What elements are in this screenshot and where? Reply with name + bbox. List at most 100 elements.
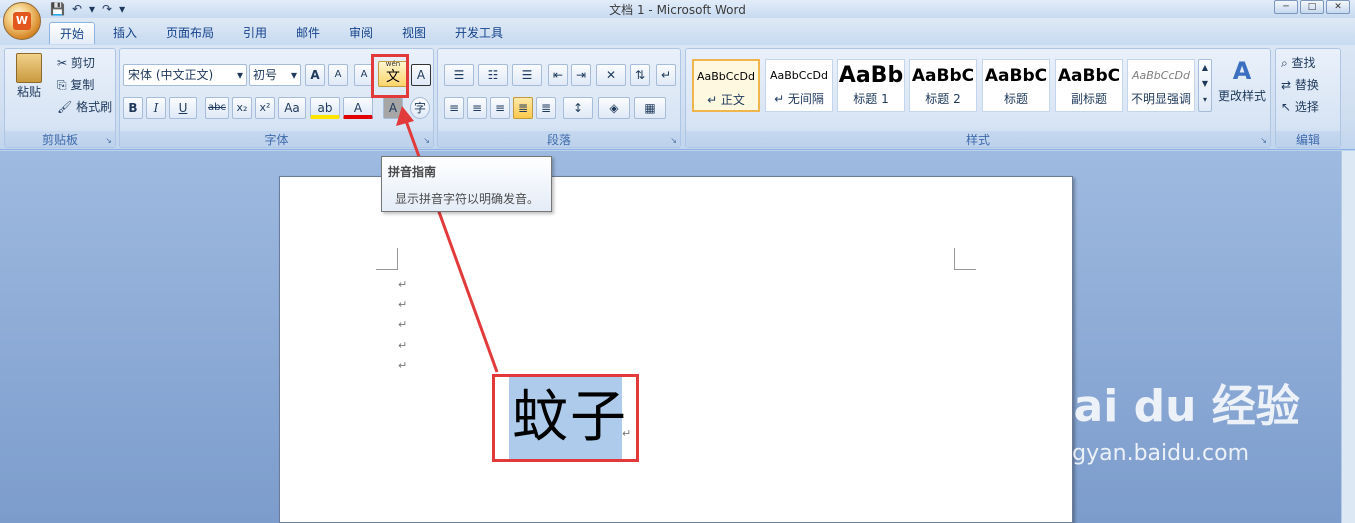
asian-layout-button[interactable]: ✕ [596,64,626,86]
char-shading-button[interactable]: A [383,97,403,119]
align-left-button[interactable]: ≡ [444,97,464,119]
align-right-button[interactable]: ≡ [490,97,510,119]
tab-references[interactable]: 引用 [243,22,267,44]
save-icon[interactable]: 💾 [50,2,65,16]
decrease-indent-icon: ⇤ [552,68,564,82]
paragraph-group-label: 段落 [438,131,680,147]
cut-label: 剪切 [70,56,95,70]
style-heading-1[interactable]: AaBb 标题 1 [837,59,905,112]
char-border-button[interactable]: A [411,64,431,86]
shrink-font-button[interactable]: A [328,64,348,86]
sort-icon: ⇅ [634,68,646,82]
find-button[interactable]: ⌕ 查找 [1281,54,1316,72]
bullets-icon: ☰ [453,68,465,82]
style-no-spacing[interactable]: AaBbCcDd ↵ 无间隔 [765,59,833,112]
text-highlight-box [492,374,639,462]
distribute-button[interactable]: ≣ [536,97,556,119]
subscript-button[interactable]: x₂ [232,97,252,119]
styles-group-label: 样式 [686,131,1270,147]
borders-button[interactable]: ▦ [634,97,666,119]
watermark: Bai du 经验 jingyan.baidu.com [1040,370,1300,468]
paragraph-mark: ↵ [398,359,408,372]
numbering-button[interactable]: ☷ [478,64,508,86]
style-sample: AaBbCcDd [697,70,755,83]
styles-launcher-icon[interactable]: ↘ [1260,136,1267,145]
justify-icon: ≣ [517,101,529,115]
grow-font-button[interactable]: A [305,64,325,86]
font-name-select[interactable]: 宋体 (中文正文) ▾ [123,64,247,86]
customize-qat-icon[interactable]: ▾ [119,2,125,16]
paragraph-mark: ↵ [398,298,408,311]
sort-button[interactable]: ⇅ [630,64,650,86]
style-sample: AaBbC [984,66,1048,86]
tab-page-layout[interactable]: 页面布局 [166,22,214,44]
tab-home[interactable]: 开始 [49,22,96,44]
enclose-char-button[interactable]: 字 [410,97,430,119]
clipboard-launcher-icon[interactable]: ↘ [105,136,112,145]
copy-button[interactable]: ⎘ 复制 [57,76,94,94]
tab-mailings[interactable]: 邮件 [296,22,320,44]
multilevel-list-button[interactable]: ☰ [512,64,542,86]
italic-button[interactable]: I [146,97,166,119]
copy-icon: ⎘ [57,78,71,92]
select-button[interactable]: ↖ 选择 [1281,98,1319,116]
office-button[interactable]: W [3,2,41,40]
show-marks-button[interactable]: ↵ [656,64,676,86]
redo-icon[interactable]: ↷ [102,2,112,16]
shading-button[interactable]: ◈ [598,97,630,119]
replace-button[interactable]: ⇄ 替换 [1281,76,1319,94]
title-bar: 文档 1 - Microsoft Word 💾 ↶ ▾ ↷ ▾ ─ □ ✕ [0,0,1355,18]
paragraph-launcher-icon[interactable]: ↘ [670,136,677,145]
style-sample: AaBbC [911,66,975,86]
font-size-select[interactable]: 初号 ▾ [249,64,301,86]
style-title[interactable]: AaBbC 标题 [982,59,1050,112]
font-color-button[interactable]: A [343,97,373,119]
paragraph-mark: ↵ [398,318,408,331]
format-painter-button[interactable]: 🖌 格式刷 [57,98,112,116]
minimize-button[interactable]: ─ [1274,0,1298,14]
undo-icon[interactable]: ↶ [72,2,82,16]
asian-layout-icon: ✕ [605,68,617,82]
maximize-button[interactable]: □ [1300,0,1324,14]
style-normal[interactable]: AaBbCcDd ↵ 正文 [692,59,760,112]
multilevel-list-icon: ☰ [521,68,533,82]
tab-view[interactable]: 视图 [402,22,426,44]
tooltip-title: 拼音指南 [388,165,437,179]
vertical-scrollbar[interactable] [1341,151,1355,523]
numbering-icon: ☷ [487,68,499,82]
change-case-button[interactable]: Aa [278,97,306,119]
paste-button[interactable]: 粘贴 [11,53,47,113]
line-spacing-button[interactable]: ↕ [563,97,593,119]
decrease-indent-button[interactable]: ⇤ [548,64,568,86]
paste-icon [16,53,42,83]
superscript-button[interactable]: x² [255,97,275,119]
style-name: 标题 2 [925,92,961,106]
chevron-up-icon: ▲ [1201,63,1209,72]
highlight-button[interactable]: ab [310,97,340,119]
styles-scroll[interactable]: ▲ ▼ ▾ [1198,59,1212,112]
style-name: 不明显强调 [1130,92,1191,106]
editing-group-label: 编辑 [1276,131,1340,147]
cut-button[interactable]: ✂ 剪切 [57,54,95,72]
strikethrough-button[interactable]: abc [205,97,229,119]
phonetic-button-highlight [371,54,409,98]
quick-access-toolbar: 💾 ↶ ▾ ↷ ▾ [50,0,125,18]
bullets-button[interactable]: ☰ [444,64,474,86]
underline-button[interactable]: U [169,97,197,119]
tab-insert[interactable]: 插入 [113,22,137,44]
qat-dropdown-icon[interactable]: ▾ [89,2,95,16]
style-subtle-emphasis[interactable]: AaBbCcDd 不明显强调 [1127,59,1195,112]
font-launcher-icon[interactable]: ↘ [423,136,430,145]
style-heading-2[interactable]: AaBbC 标题 2 [909,59,977,112]
close-button[interactable]: ✕ [1326,0,1350,14]
style-sample: AaBbCcDd [1132,69,1190,82]
tab-review[interactable]: 审阅 [349,22,373,44]
bold-button[interactable]: B [123,97,143,119]
justify-button[interactable]: ≣ [513,97,533,119]
style-subtitle[interactable]: AaBbC 副标题 [1055,59,1123,112]
increase-indent-button[interactable]: ⇥ [571,64,591,86]
tab-developer[interactable]: 开发工具 [455,22,503,44]
office-logo-icon: W [13,12,31,30]
change-styles-button[interactable]: A 更改样式 [1214,55,1270,105]
align-center-button[interactable]: ≡ [467,97,487,119]
